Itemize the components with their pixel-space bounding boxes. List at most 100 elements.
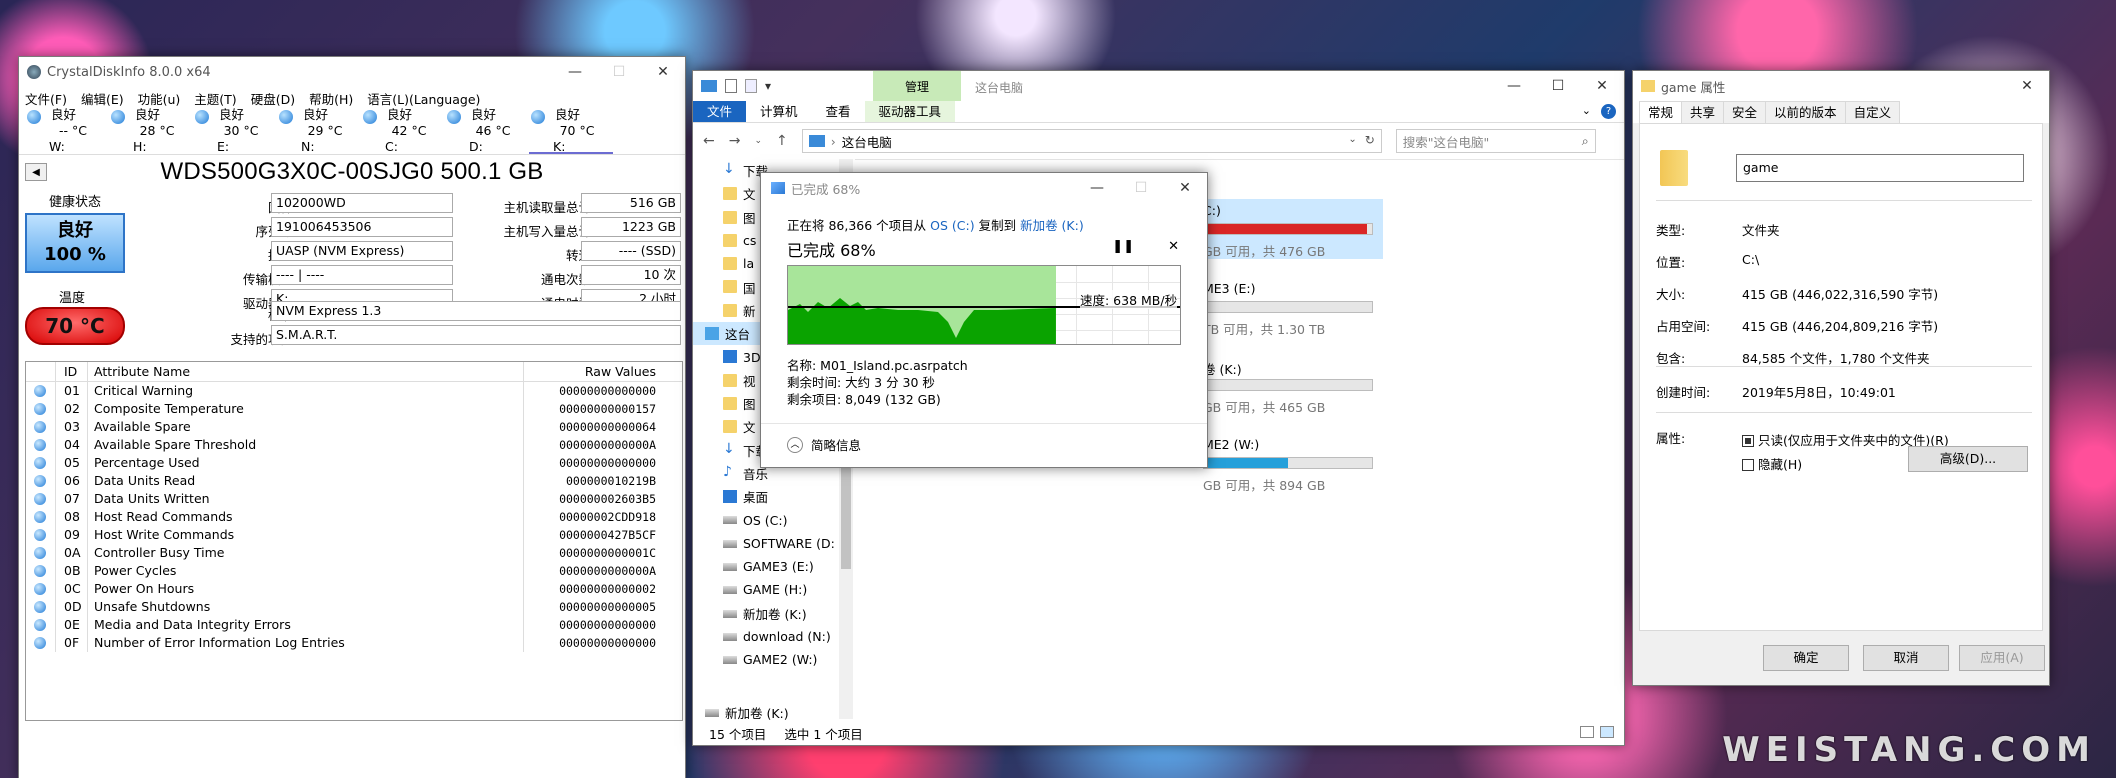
table-row[interactable]: 01 Critical Warning 00000000000000	[26, 382, 682, 400]
nav-item[interactable]: SOFTWARE (D:	[693, 532, 852, 555]
drive-tile[interactable]: ME2 (W:) GB 可用，共 894 GB	[1203, 433, 1383, 493]
properties-tab[interactable]: 自定义	[1844, 101, 1901, 123]
properties-icon[interactable]	[725, 79, 737, 93]
expand-ribbon-icon[interactable]: ⌄	[1582, 104, 1591, 119]
back-arrow-icon[interactable]: ←	[703, 133, 715, 149]
drive-tab[interactable]: 良好 46 °C D:	[445, 107, 529, 154]
menu-item[interactable]: 文件(F)	[25, 89, 67, 107]
customize-toolbar-icon[interactable]: ▾	[765, 79, 771, 93]
table-row[interactable]: 0B Power Cycles 0000000000000A	[26, 562, 682, 580]
maximize-button[interactable]: ☐	[597, 57, 641, 87]
ribbon-tab[interactable]: 文件	[693, 101, 747, 122]
properties-tab[interactable]: 常规	[1639, 101, 1683, 123]
close-button[interactable]: ✕	[2005, 71, 2049, 101]
manage-context-tab[interactable]: 管理	[873, 71, 961, 101]
menu-item[interactable]: 语言(L)(Language)	[367, 89, 480, 107]
drive-tab[interactable]: 良好 30 °C E:	[193, 107, 277, 154]
close-button[interactable]: ✕	[1580, 71, 1624, 101]
table-row[interactable]: 0D Unsafe Shutdowns 00000000000005	[26, 598, 682, 616]
computer-icon[interactable]	[701, 80, 717, 92]
drive-tile[interactable]: C:) GB 可用，共 476 GB	[1203, 199, 1383, 259]
nav-item[interactable]: OS (C:)	[693, 508, 852, 531]
breadcrumb-this-pc[interactable]: 这台电脑	[842, 132, 892, 151]
cancel-icon[interactable]: ✕	[1168, 239, 1179, 254]
source-link[interactable]: OS (C:)	[930, 218, 974, 233]
maximize-button[interactable]: ☐	[1119, 173, 1163, 203]
table-row[interactable]: 03 Available Spare 00000000000064	[26, 418, 682, 436]
properties-tab[interactable]: 共享	[1681, 101, 1725, 123]
less-info-toggle[interactable]: ︿ 简略信息	[787, 435, 861, 454]
nav-item[interactable]: 桌面	[693, 485, 852, 508]
drive-tab[interactable]: 良好 29 °C N:	[277, 107, 361, 154]
menu-item[interactable]: 功能(u)	[138, 89, 181, 107]
apply-button[interactable]: 应用(A)	[1959, 645, 2045, 671]
explorer-titlebar[interactable]: ▾ 管理 这台电脑 — ☐ ✕	[693, 71, 1624, 101]
table-row[interactable]: 08 Host Read Commands 00000002CDD918	[26, 508, 682, 526]
table-row[interactable]: 04 Available Spare Threshold 0000000000000…	[26, 436, 682, 454]
menu-item[interactable]: 主题(T)	[194, 89, 236, 107]
new-folder-icon[interactable]	[745, 79, 757, 93]
maximize-button[interactable]: ☐	[1536, 71, 1580, 101]
properties-titlebar[interactable]: game 属性 ✕	[1633, 71, 2049, 101]
previous-drive-button[interactable]: ◀	[25, 163, 47, 181]
ok-button[interactable]: 确定	[1763, 645, 1849, 671]
health-status-badge[interactable]: 良好 100 %	[25, 213, 125, 273]
minimize-button[interactable]: —	[553, 57, 597, 87]
details-view-icon[interactable]	[1580, 726, 1594, 738]
nav-item[interactable]: GAME2 (W:)	[693, 648, 852, 671]
close-button[interactable]: ✕	[1163, 173, 1207, 203]
temperature-badge[interactable]: 70 °C	[25, 307, 125, 345]
properties-tab[interactable]: 以前的版本	[1765, 101, 1846, 123]
col-id[interactable]: ID	[56, 362, 88, 381]
properties-tab[interactable]: 安全	[1723, 101, 1767, 123]
pause-icon[interactable]: ❚❚	[1112, 239, 1134, 254]
close-button[interactable]: ✕	[641, 57, 685, 87]
up-arrow-icon[interactable]: ↑	[776, 133, 788, 149]
table-row[interactable]: 07 Data Units Written 000000002603B5	[26, 490, 682, 508]
table-row[interactable]: 09 Host Write Commands 0000000427B5CF	[26, 526, 682, 544]
advanced-button[interactable]: 高级(D)...	[1908, 446, 2028, 472]
table-row[interactable]: 06 Data Units Read 000000010219B	[26, 472, 682, 490]
destination-link[interactable]: 新加卷 (K:)	[1020, 218, 1084, 233]
col-attribute-name[interactable]: Attribute Name	[88, 362, 524, 381]
recent-dropdown-icon[interactable]: ⌄	[754, 136, 762, 146]
menu-item[interactable]: 硬盘(D)	[251, 89, 295, 107]
table-row[interactable]: 0C Power On Hours 00000000000002	[26, 580, 682, 598]
copy-titlebar[interactable]: 已完成 68% — ☐ ✕	[761, 173, 1207, 203]
nav-item[interactable]: 新加卷 (K:)	[693, 602, 852, 625]
cdi-titlebar[interactable]: CrystalDiskInfo 8.0.0 x64 — ☐ ✕	[19, 57, 685, 87]
drive-tile[interactable]: ME3 (E:) TB 可用，共 1.30 TB	[1203, 277, 1383, 337]
hidden-checkbox[interactable]: 隐藏(H)	[1742, 454, 1802, 473]
search-icon[interactable]: ⌕	[1582, 133, 1589, 149]
search-input[interactable]: 搜索"这台电脑" ⌕	[1395, 129, 1596, 153]
table-row[interactable]: 02 Composite Temperature 00000000000157	[26, 400, 682, 418]
ribbon-tab[interactable]: 驱动器工具	[864, 101, 956, 122]
ribbon-tab[interactable]: 查看	[812, 101, 865, 122]
help-icon[interactable]: ?	[1601, 104, 1616, 119]
table-row[interactable]: 05 Percentage Used 00000000000000	[26, 454, 682, 472]
nav-item[interactable]: download (N:)	[693, 625, 852, 648]
table-row[interactable]: 0E Media and Data Integrity Errors 0000000…	[26, 616, 682, 634]
cancel-button[interactable]: 取消	[1863, 645, 1949, 671]
ribbon-tab[interactable]: 计算机	[746, 101, 812, 122]
menu-item[interactable]: 帮助(H)	[309, 89, 353, 107]
drive-tab[interactable]: 良好 -- °C W:	[25, 107, 109, 154]
address-dropdown-icon[interactable]: ⌄	[1348, 134, 1356, 145]
nav-item[interactable]: GAME (H:)	[693, 578, 852, 601]
forward-arrow-icon[interactable]: →	[729, 133, 741, 149]
col-raw-values[interactable]: Raw Values	[524, 362, 662, 381]
nav-item[interactable]: GAME3 (E:)	[693, 555, 852, 578]
drive-tile[interactable]: 卷 (K:) GB 可用，共 465 GB	[1203, 355, 1383, 415]
folder-name-input[interactable]: game	[1736, 154, 2024, 182]
table-row[interactable]: 0A Controller Busy Time 0000000000001C	[26, 544, 682, 562]
smart-attribute-table[interactable]: ID Attribute Name Raw Values 01 Critical …	[25, 361, 683, 721]
minimize-button[interactable]: —	[1492, 71, 1536, 101]
drive-tab[interactable]: 良好 70 °C K:	[529, 107, 613, 154]
large-icons-view-icon[interactable]	[1600, 726, 1614, 738]
drive-tab[interactable]: 良好 42 °C C:	[361, 107, 445, 154]
refresh-icon[interactable]: ↻	[1365, 133, 1375, 147]
menu-item[interactable]: 编辑(E)	[81, 89, 124, 107]
table-row[interactable]: 0F Number of Error Information Log Entrie…	[26, 634, 682, 652]
address-bar[interactable]: › 这台电脑 ⌄ ↻	[801, 129, 1382, 153]
drive-tab[interactable]: 良好 28 °C H:	[109, 107, 193, 154]
